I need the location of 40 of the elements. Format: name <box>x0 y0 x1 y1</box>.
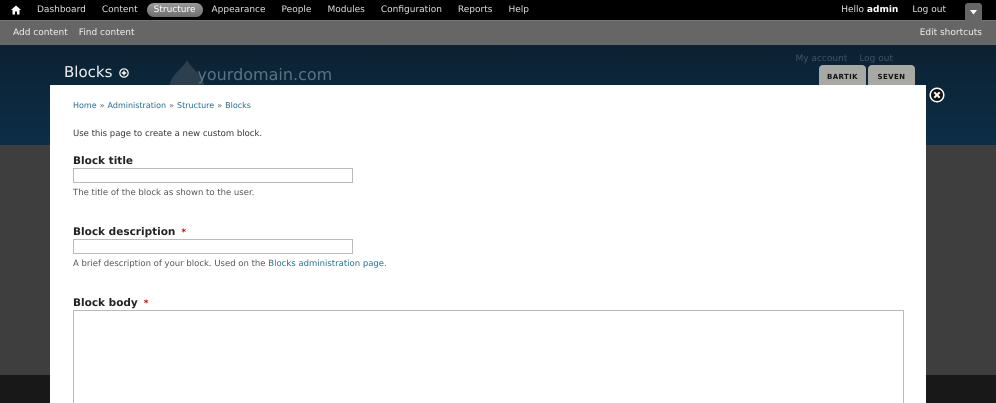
field-description: The title of the block as shown to the user. <box>73 188 256 198</box>
text-input-field[interactable] <box>73 239 353 254</box>
breadcrumb-link[interactable]: Home <box>73 101 97 110</box>
toolbar-menu-item[interactable]: People <box>274 3 318 17</box>
required-mark: * <box>144 299 148 309</box>
close-icon[interactable] <box>929 87 945 103</box>
text-input-field[interactable] <box>73 168 353 183</box>
shortcut-link[interactable]: Add content <box>13 28 68 38</box>
breadcrumb-separator: » <box>169 101 174 110</box>
shortcut-link[interactable]: Find content <box>78 28 135 38</box>
toolbar-menu-item[interactable]: Help <box>501 3 536 17</box>
field-label: Block description <box>73 226 176 238</box>
toolbar-menu-item[interactable]: Structure <box>146 3 202 17</box>
toolbar-menu-item[interactable]: Content <box>94 3 145 17</box>
toolbar-menu-item[interactable]: Reports <box>450 3 500 17</box>
description-link[interactable]: Blocks administration page <box>268 259 384 269</box>
user-greeting: Hello admin <box>841 5 898 15</box>
field-description: A brief description of your block. Used on the Blocks administration page. <box>73 259 388 269</box>
breadcrumb-link[interactable]: Administration <box>108 101 166 110</box>
breadcrumb-separator: » <box>100 101 105 110</box>
field-label: Block body <box>73 297 138 309</box>
toolbar-menu-item[interactable]: Dashboard <box>30 3 93 17</box>
breadcrumb-separator: » <box>217 101 222 110</box>
caret-icon <box>970 10 977 14</box>
toolbar-menu-item[interactable]: Modules <box>320 3 372 17</box>
breadcrumb-link[interactable]: Structure <box>176 101 214 110</box>
site-name: yourdomain.com <box>197 66 332 83</box>
required-mark: * <box>181 228 186 238</box>
toolbar-menu-item[interactable]: Appearance <box>204 3 273 17</box>
shortcuts-toggle-button[interactable] <box>965 3 982 21</box>
add-shortcut-icon[interactable] <box>119 68 130 78</box>
logout-link[interactable]: Log out <box>905 3 953 17</box>
breadcrumb-link[interactable]: Blocks <box>225 101 251 110</box>
toolbar-menu-item[interactable]: Configuration <box>374 3 449 17</box>
edit-shortcuts-link[interactable]: Edit shortcuts <box>920 28 982 38</box>
textarea-field[interactable] <box>73 310 904 403</box>
home-icon[interactable] <box>11 5 21 15</box>
page-title: Blocks <box>64 63 112 81</box>
field-label: Block title <box>73 155 134 167</box>
intro-text: Use this page to create a new custom block. <box>73 129 264 139</box>
